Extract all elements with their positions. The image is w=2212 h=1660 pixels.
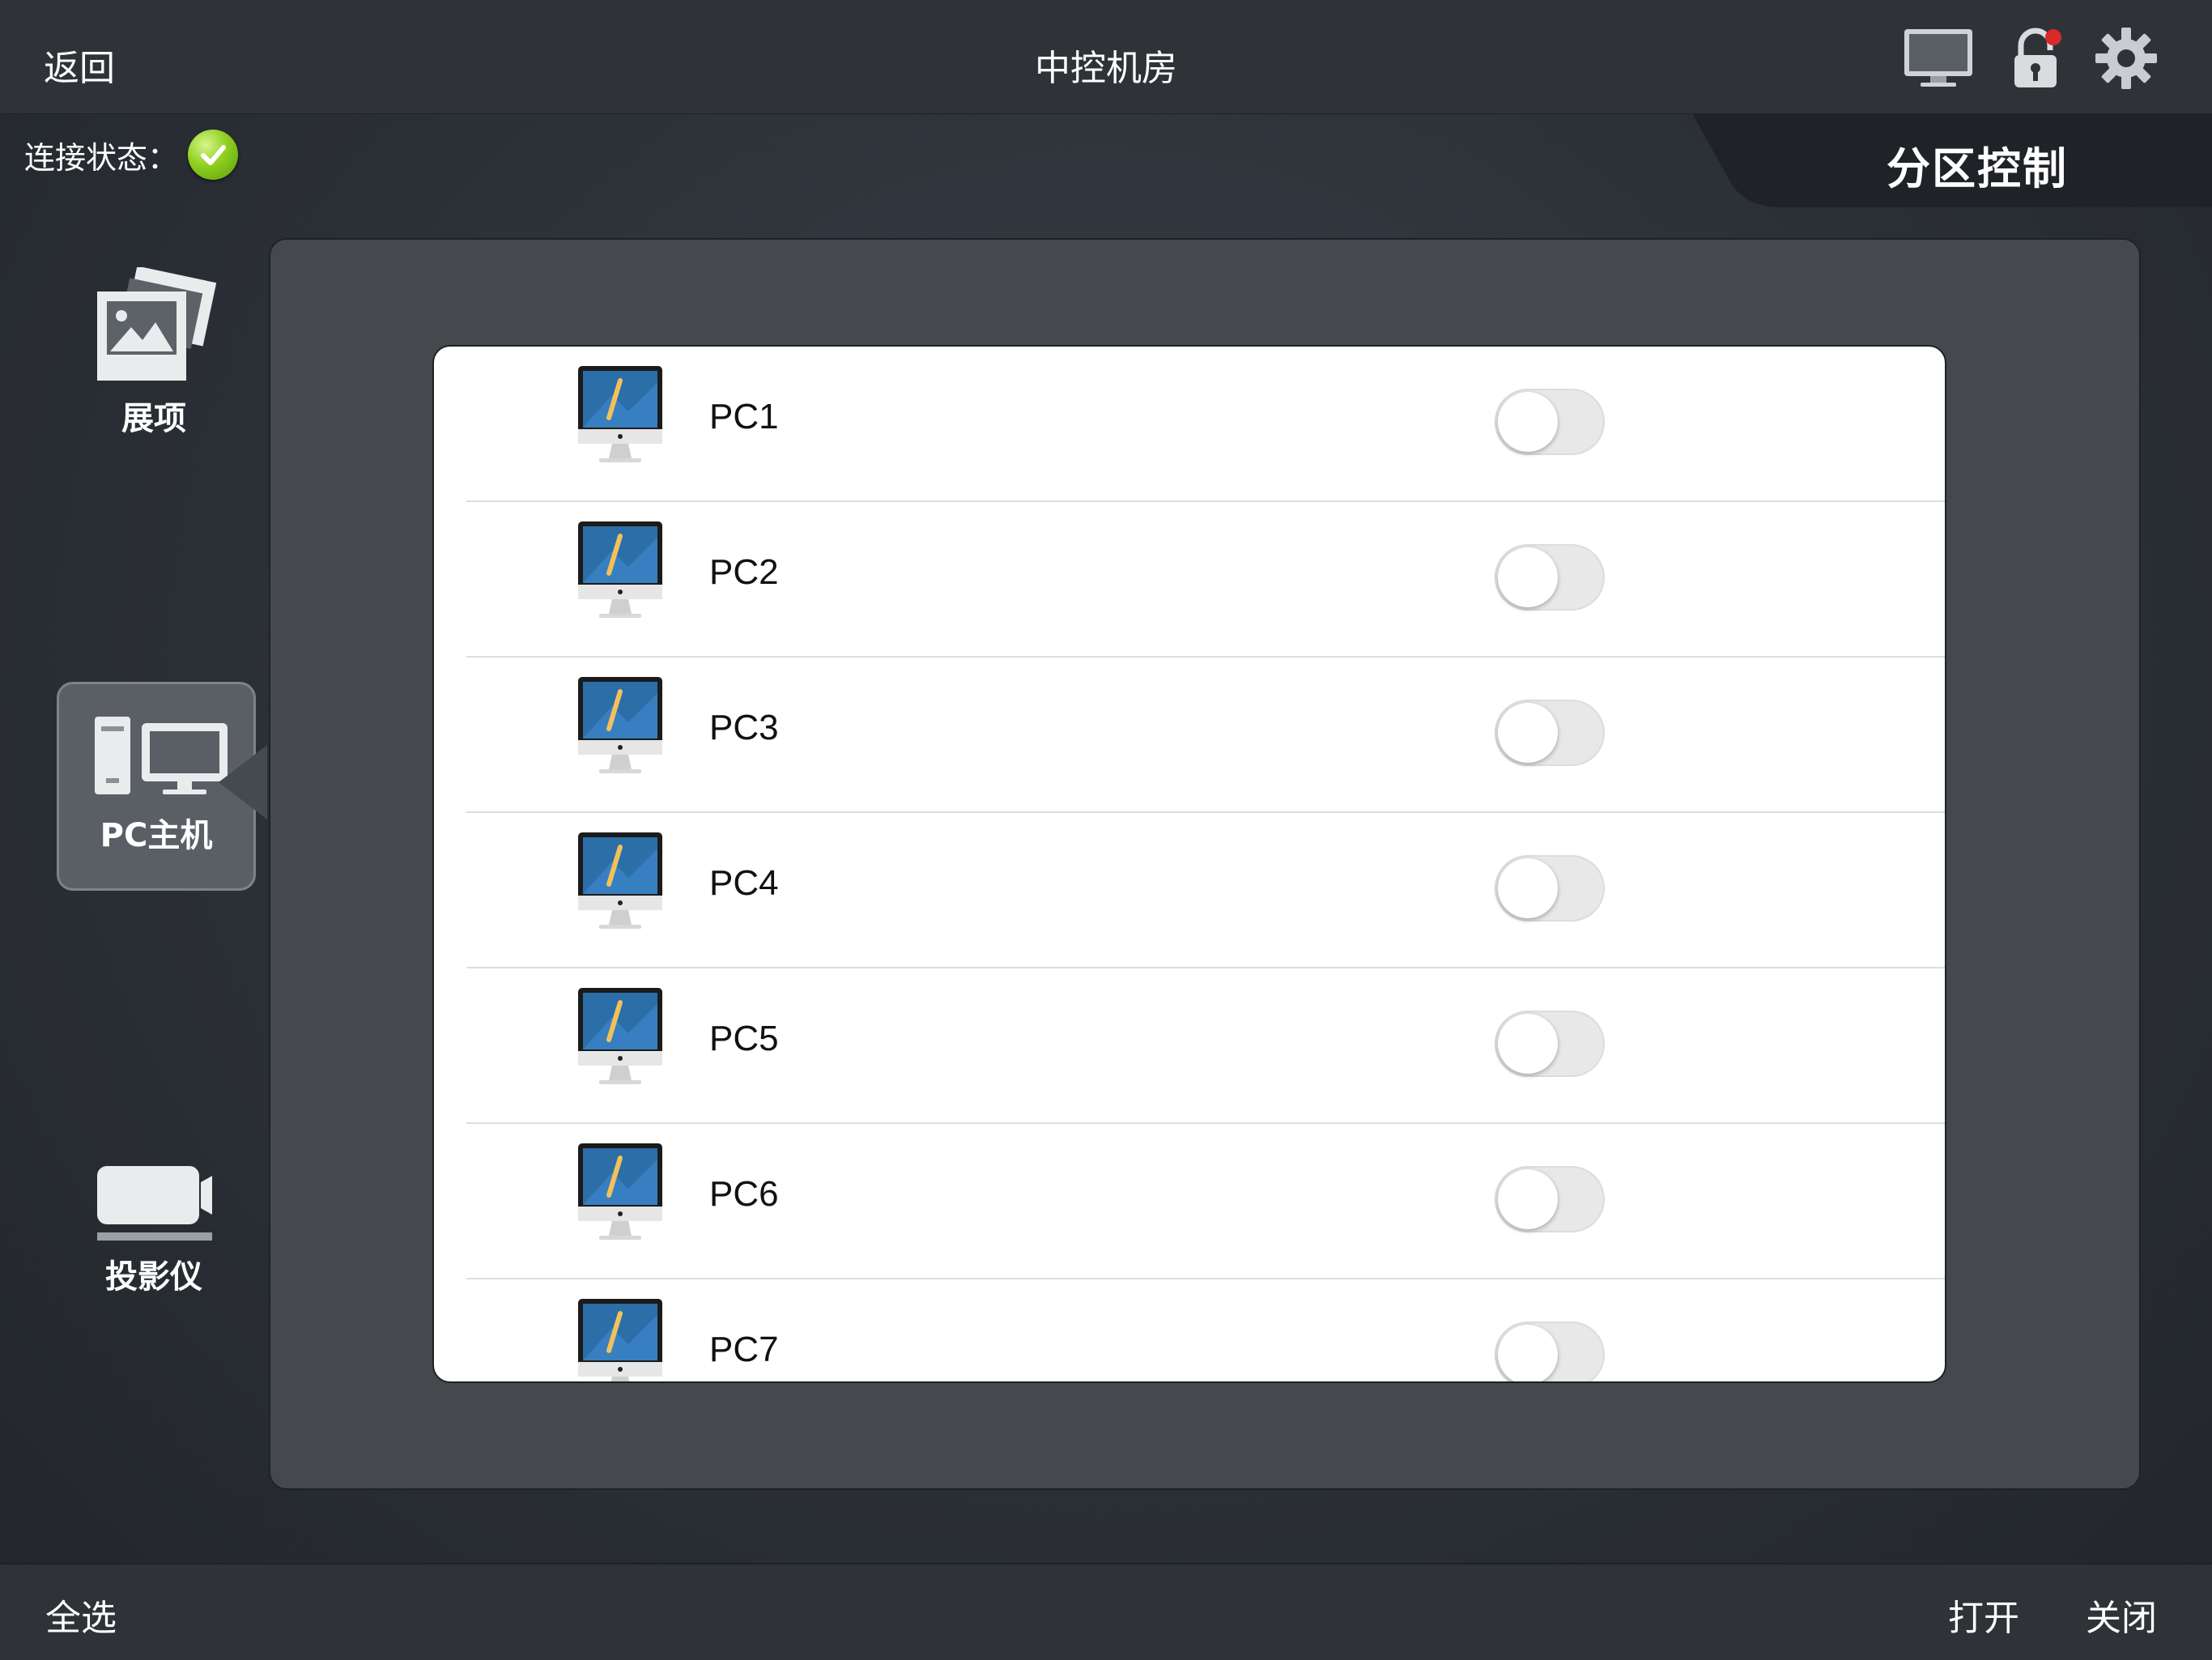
device-list[interactable]: PC1 PC2 PC3 PC4 PC5 PC6 PC7 [432,345,1946,1383]
power-toggle[interactable] [1495,389,1605,455]
bottom-bar: 全选 打开 关闭 [0,1563,2212,1660]
photos-icon [97,266,217,381]
device-row: PC1 [434,347,1945,502]
device-row: PC5 [434,968,1945,1124]
close-button[interactable]: 关闭 [2086,1589,2157,1641]
imac-icon [578,1143,662,1240]
power-toggle[interactable] [1495,700,1605,766]
device-name: PC2 [709,552,779,592]
page-title: 中控机房 [1035,48,1177,89]
device-row: PC3 [434,658,1945,813]
device-row: PC6 [434,1124,1945,1279]
open-button[interactable]: 打开 [1948,1589,2019,1641]
connection-status: 连接状态： [24,130,239,180]
device-row: PC4 [434,813,1945,968]
section-tab: 分区控制 [1692,113,2212,207]
toggle-knob [1498,547,1558,607]
power-toggle[interactable] [1495,1322,1605,1381]
power-toggle[interactable] [1495,1166,1605,1232]
imac-icon [578,832,662,929]
pc-icon [95,717,228,794]
gear-icon[interactable] [2087,26,2165,91]
toggle-knob [1498,1325,1558,1381]
device-name: PC1 [709,397,779,436]
power-toggle[interactable] [1495,855,1605,922]
toggle-knob [1498,1169,1558,1229]
device-name: PC6 [709,1174,779,1214]
projector-icon [97,1166,212,1241]
device-row: PC2 [434,502,1945,658]
device-name: PC7 [709,1330,779,1369]
nav-item-label: 展项 [121,400,186,437]
imac-icon [578,1299,662,1381]
select-all-button[interactable]: 全选 [45,1589,117,1641]
device-name: PC5 [709,1019,779,1058]
toggle-knob [1498,392,1558,452]
monitor-icon[interactable] [1899,26,1977,91]
connection-status-label: 连接状态： [24,139,179,176]
toggle-knob [1498,858,1558,918]
check-icon [188,130,239,180]
power-toggle[interactable] [1495,1011,1605,1077]
section-title: 分区控制 [1887,143,2068,194]
nav-item-exhibits[interactable]: 展项 [57,266,251,445]
imac-icon [578,677,662,773]
nav-item-label: 投影仪 [105,1258,202,1296]
top-bar: 返回 中控机房 [0,0,2212,114]
device-row: PC7 [434,1279,1945,1381]
nav-item-projector[interactable]: 投影仪 [57,1158,251,1328]
imac-icon [578,988,662,1084]
device-name: PC3 [709,708,779,747]
power-toggle[interactable] [1495,544,1605,611]
imac-icon [578,366,662,462]
nav-pointer [219,745,267,819]
lock-icon[interactable] [1997,26,2074,91]
toggle-knob [1498,703,1558,763]
imac-icon [578,521,662,618]
toggle-knob [1498,1014,1558,1074]
device-name: PC4 [709,863,779,903]
